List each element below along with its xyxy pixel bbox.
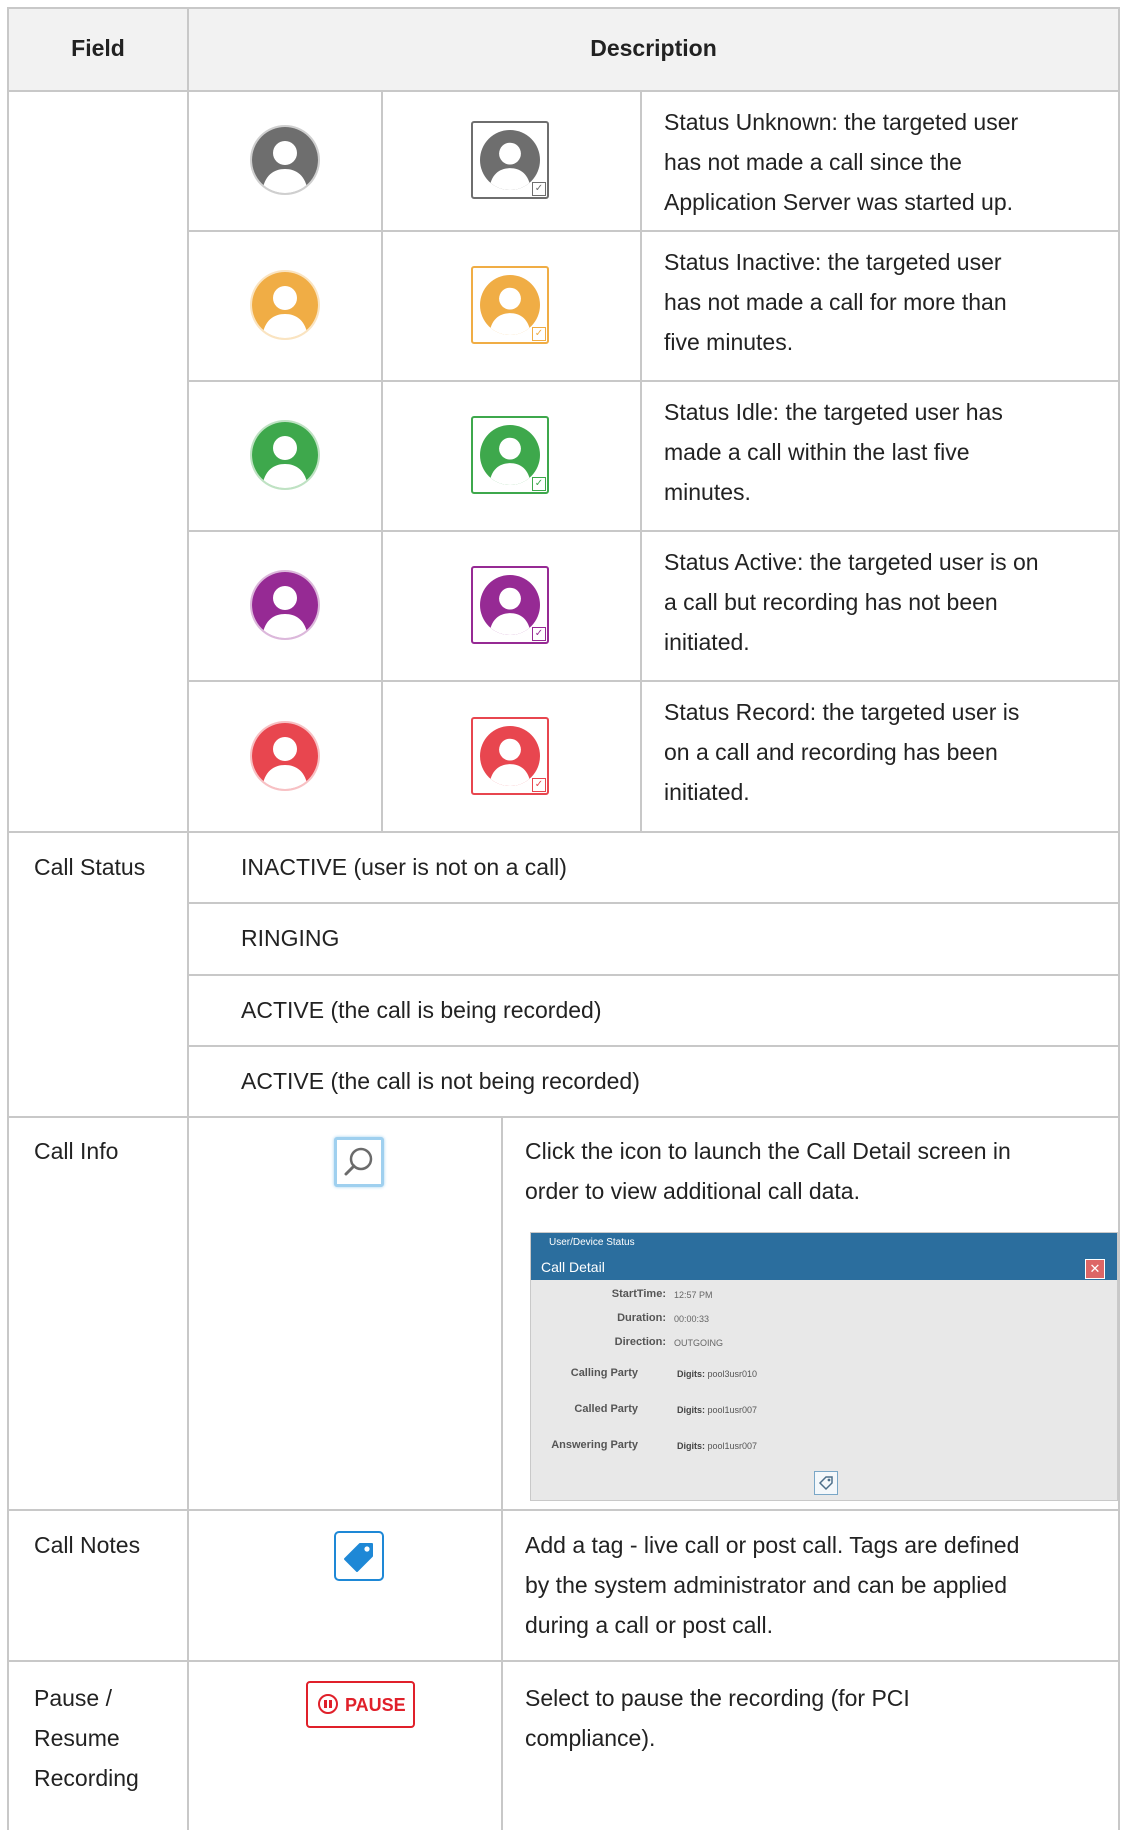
status-record-desc-line: Status Record: the targeted user is [664, 699, 1020, 725]
divider [187, 230, 1120, 232]
status-active-desc-line: a call but recording has not been [664, 589, 998, 615]
pause-desc-line: compliance). [525, 1725, 656, 1751]
divider [187, 380, 1120, 382]
divider [7, 831, 1120, 833]
tag-icon[interactable] [814, 1471, 838, 1495]
start-time-label: StartTime: [611, 1288, 666, 1300]
divider [187, 974, 1120, 976]
status-idle-desc-line: Status Idle: the targeted user has [664, 399, 1003, 425]
header-field: Field [71, 35, 125, 61]
call-status-item: ACTIVE (the call is being recorded) [241, 997, 602, 1023]
divider [187, 530, 1120, 532]
pause-button[interactable]: PAUSE [306, 1681, 415, 1728]
field-pause-resume: Recording [34, 1765, 139, 1791]
status-unknown-avatar-icon [252, 127, 318, 193]
divider [187, 7, 189, 1830]
status-inactive-desc-line: has not made a call for more than [664, 289, 1007, 315]
tag-icon[interactable] [334, 1531, 384, 1581]
status-active-desc-line: initiated. [664, 629, 750, 655]
party-digits: Digits: pool1usr007 [677, 1405, 758, 1415]
status-idle-desc-line: made a call within the last five [664, 439, 970, 465]
status-record-avatar-icon [252, 722, 318, 789]
table-border-right [1118, 7, 1120, 1830]
call-info-desc-line: order to view additional call data. [525, 1178, 860, 1204]
checkbox-icon: ✓ [532, 627, 546, 641]
party-label: Answering Party [551, 1439, 638, 1451]
direction-value: OUTGOING [674, 1338, 723, 1348]
status-unknown-selected-avatar-icon: ✓ [471, 121, 549, 199]
call-status-item: INACTIVE (user is not on a call) [241, 854, 567, 880]
call-notes-desc-line: Add a tag - live call or post call. Tags… [525, 1532, 1020, 1558]
status-active-desc-line: Status Active: the targeted user is on [664, 549, 1039, 575]
table-border-top [7, 7, 1120, 9]
status-record-selected-avatar-icon: ✓ [471, 716, 549, 795]
pause-label: PAUSE [345, 1695, 406, 1715]
checkbox-icon: ✓ [532, 477, 546, 491]
call-info-desc-line: Click the icon to launch the Call Detail… [525, 1138, 1011, 1164]
status-record-desc-line: on a call and recording has been [664, 739, 998, 765]
divider [187, 902, 1120, 904]
field-pause-resume: Resume [34, 1725, 120, 1751]
status-idle-selected-avatar-icon: ✓ [471, 416, 549, 494]
direction-label: Direction: [614, 1336, 666, 1348]
start-time-value: 12:57 PM [674, 1290, 713, 1300]
field-pause-resume: Pause / [34, 1685, 112, 1711]
party-label: Calling Party [570, 1367, 638, 1379]
call-notes-desc-line: during a call or post call. [525, 1612, 774, 1638]
status-unknown-desc-line: Application Server was started up. [664, 189, 1014, 215]
status-idle-avatar-icon [252, 422, 318, 488]
field-call-notes: Call Notes [34, 1532, 141, 1558]
party-digits: Digits: pool3usr010 [677, 1369, 758, 1379]
divider [7, 1116, 1120, 1118]
status-unknown-desc-line: Status Unknown: the targeted user [664, 109, 1019, 135]
call-detail-screenshot: User/Device Status Call Detail ✕ StartTi… [530, 1232, 1118, 1501]
field-call-info: Call Info [34, 1138, 119, 1164]
divider [7, 1660, 1120, 1662]
divider [187, 680, 1120, 682]
pause-desc-line: Select to pause the recording (for PCI [525, 1685, 910, 1711]
party-label: Called Party [574, 1403, 638, 1415]
status-unknown-desc-line: has not made a call since the [664, 149, 962, 175]
call-detail-breadcrumb: User/Device Status [549, 1237, 635, 1248]
call-detail-title: Call Detail [541, 1259, 605, 1275]
checkbox-icon: ✓ [532, 327, 546, 341]
status-record-desc-line: initiated. [664, 779, 750, 805]
checkbox-icon: ✓ [532, 777, 546, 792]
status-idle-desc-line: minutes. [664, 479, 751, 505]
divider [187, 1045, 1120, 1047]
divider [501, 1116, 503, 1830]
header-description: Description [590, 35, 717, 61]
status-inactive-selected-avatar-icon: ✓ [471, 266, 549, 344]
status-active-avatar-icon [252, 572, 318, 638]
call-notes-desc-line: by the system administrator and can be a… [525, 1572, 1007, 1598]
duration-value: 00:00:33 [674, 1314, 710, 1324]
status-inactive-desc-line: Status Inactive: the targeted user [664, 249, 1002, 275]
duration-label: Duration: [617, 1312, 666, 1324]
call-status-item: ACTIVE (the call is not being recorded) [241, 1068, 640, 1094]
party-digits: Digits: pool1usr007 [677, 1441, 758, 1451]
pause-icon [318, 1694, 338, 1714]
status-active-selected-avatar-icon: ✓ [471, 566, 549, 644]
divider [381, 90, 383, 832]
call-status-item: RINGING [241, 925, 340, 951]
checkbox-icon: ✓ [532, 182, 546, 196]
table-border-left [7, 7, 9, 1830]
field-call-status: Call Status [34, 854, 146, 880]
divider [640, 90, 642, 832]
close-icon[interactable]: ✕ [1085, 1259, 1105, 1279]
search-icon[interactable] [334, 1137, 384, 1187]
status-inactive-desc-line: five minutes. [664, 329, 794, 355]
status-inactive-avatar-icon [252, 272, 318, 338]
divider [7, 90, 1120, 92]
divider [7, 1509, 1120, 1511]
